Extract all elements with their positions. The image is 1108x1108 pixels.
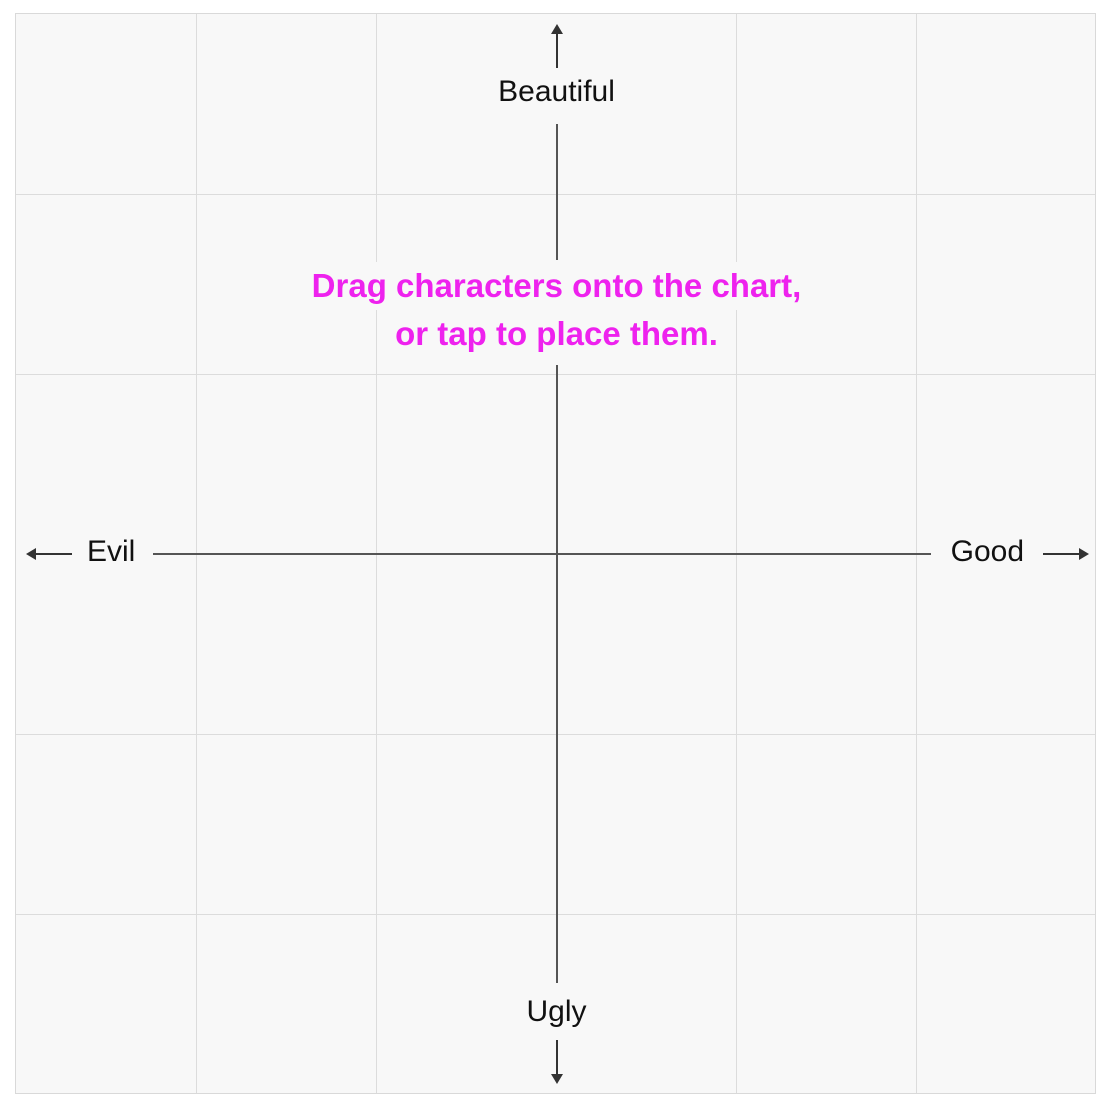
vertical-axis <box>556 365 558 983</box>
vertical-axis <box>556 124 558 260</box>
axis-label-ugly: Ugly <box>526 995 587 1028</box>
arrow-right-icon <box>1043 546 1089 562</box>
arrow-up-icon <box>549 24 565 68</box>
instruction-line-2: or tap to place them. <box>389 310 724 358</box>
arrow-down-icon <box>549 1040 565 1084</box>
instruction-text: Drag characters onto the chart, or tap t… <box>16 262 1097 358</box>
axis-label-beautiful: Beautiful <box>498 75 615 108</box>
arrow-left-icon <box>26 546 72 562</box>
axis-label-evil: Evil <box>87 535 136 568</box>
horizontal-axis <box>153 553 931 555</box>
chart-board[interactable]: Drag characters onto the chart, or tap t… <box>15 13 1096 1094</box>
instruction-line-1: Drag characters onto the chart, <box>305 262 808 310</box>
axis-label-good: Good <box>950 535 1024 568</box>
